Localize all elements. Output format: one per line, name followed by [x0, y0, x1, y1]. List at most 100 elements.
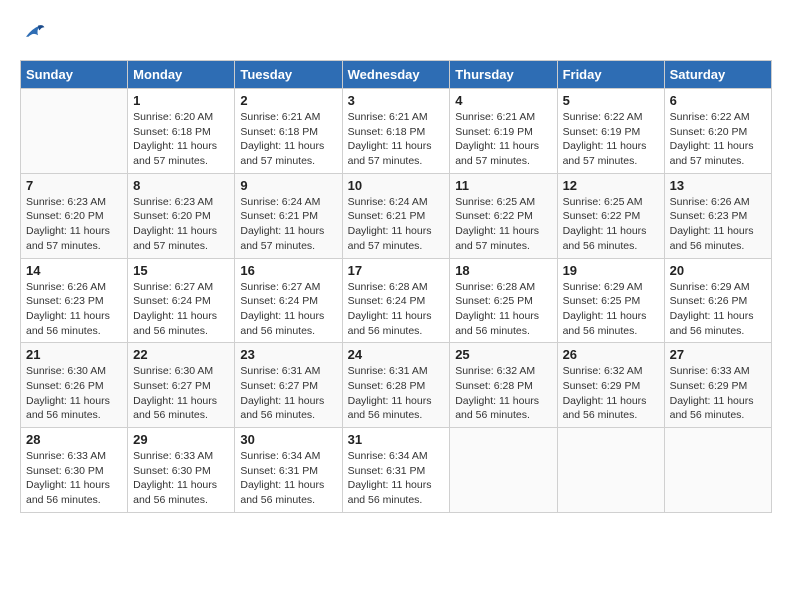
day-sunrise: Sunrise: 6:33 AM [26, 450, 106, 462]
day-number: 15 [133, 263, 229, 278]
calendar-cell: 31 Sunrise: 6:34 AM Sunset: 6:31 PM Dayl… [342, 428, 450, 513]
day-sunset: Sunset: 6:23 PM [670, 210, 748, 222]
day-daylight: Daylight: 11 hours and 56 minutes. [455, 310, 539, 337]
day-sunset: Sunset: 6:21 PM [240, 210, 318, 222]
calendar-cell: 17 Sunrise: 6:28 AM Sunset: 6:24 PM Dayl… [342, 258, 450, 343]
day-number: 28 [26, 432, 122, 447]
day-number: 16 [240, 263, 336, 278]
day-number: 5 [563, 93, 659, 108]
day-sunrise: Sunrise: 6:33 AM [670, 365, 750, 377]
calendar-week-1: 1 Sunrise: 6:20 AM Sunset: 6:18 PM Dayli… [21, 89, 772, 174]
day-sunset: Sunset: 6:31 PM [240, 465, 318, 477]
day-daylight: Daylight: 11 hours and 57 minutes. [563, 140, 647, 167]
calendar-week-3: 14 Sunrise: 6:26 AM Sunset: 6:23 PM Dayl… [21, 258, 772, 343]
day-number: 24 [348, 347, 445, 362]
calendar-cell: 21 Sunrise: 6:30 AM Sunset: 6:26 PM Dayl… [21, 343, 128, 428]
calendar-cell: 11 Sunrise: 6:25 AM Sunset: 6:22 PM Dayl… [450, 173, 557, 258]
calendar-cell: 7 Sunrise: 6:23 AM Sunset: 6:20 PM Dayli… [21, 173, 128, 258]
day-daylight: Daylight: 11 hours and 57 minutes. [455, 225, 539, 252]
day-number: 8 [133, 178, 229, 193]
day-daylight: Daylight: 11 hours and 56 minutes. [348, 479, 432, 506]
day-sunrise: Sunrise: 6:26 AM [26, 281, 106, 293]
calendar-cell: 29 Sunrise: 6:33 AM Sunset: 6:30 PM Dayl… [128, 428, 235, 513]
day-daylight: Daylight: 11 hours and 56 minutes. [563, 310, 647, 337]
day-daylight: Daylight: 11 hours and 56 minutes. [133, 395, 217, 422]
day-sunrise: Sunrise: 6:25 AM [563, 196, 643, 208]
day-sunrise: Sunrise: 6:21 AM [240, 111, 320, 123]
day-daylight: Daylight: 11 hours and 57 minutes. [348, 225, 432, 252]
day-sunset: Sunset: 6:28 PM [348, 380, 426, 392]
day-number: 12 [563, 178, 659, 193]
day-sunrise: Sunrise: 6:21 AM [455, 111, 535, 123]
day-sunset: Sunset: 6:26 PM [26, 380, 104, 392]
day-sunset: Sunset: 6:22 PM [563, 210, 641, 222]
day-sunset: Sunset: 6:24 PM [348, 295, 426, 307]
day-sunset: Sunset: 6:27 PM [240, 380, 318, 392]
calendar-cell: 12 Sunrise: 6:25 AM Sunset: 6:22 PM Dayl… [557, 173, 664, 258]
calendar-cell: 28 Sunrise: 6:33 AM Sunset: 6:30 PM Dayl… [21, 428, 128, 513]
day-sunset: Sunset: 6:26 PM [670, 295, 748, 307]
day-sunset: Sunset: 6:25 PM [563, 295, 641, 307]
day-daylight: Daylight: 11 hours and 57 minutes. [240, 140, 324, 167]
day-sunset: Sunset: 6:25 PM [455, 295, 533, 307]
day-number: 19 [563, 263, 659, 278]
day-number: 25 [455, 347, 551, 362]
day-sunrise: Sunrise: 6:33 AM [133, 450, 213, 462]
day-daylight: Daylight: 11 hours and 56 minutes. [240, 395, 324, 422]
day-sunrise: Sunrise: 6:28 AM [455, 281, 535, 293]
calendar-cell [21, 89, 128, 174]
day-sunset: Sunset: 6:19 PM [563, 126, 641, 138]
weekday-header-friday: Friday [557, 61, 664, 89]
day-daylight: Daylight: 11 hours and 56 minutes. [670, 310, 754, 337]
day-sunset: Sunset: 6:24 PM [133, 295, 211, 307]
day-number: 30 [240, 432, 336, 447]
day-sunrise: Sunrise: 6:29 AM [563, 281, 643, 293]
day-sunset: Sunset: 6:20 PM [26, 210, 104, 222]
calendar-cell: 30 Sunrise: 6:34 AM Sunset: 6:31 PM Dayl… [235, 428, 342, 513]
day-number: 4 [455, 93, 551, 108]
day-daylight: Daylight: 11 hours and 57 minutes. [133, 140, 217, 167]
calendar-cell: 24 Sunrise: 6:31 AM Sunset: 6:28 PM Dayl… [342, 343, 450, 428]
day-sunrise: Sunrise: 6:27 AM [240, 281, 320, 293]
day-daylight: Daylight: 11 hours and 57 minutes. [240, 225, 324, 252]
day-number: 14 [26, 263, 122, 278]
day-daylight: Daylight: 11 hours and 57 minutes. [133, 225, 217, 252]
day-sunrise: Sunrise: 6:28 AM [348, 281, 428, 293]
day-number: 20 [670, 263, 766, 278]
weekday-header-row: SundayMondayTuesdayWednesdayThursdayFrid… [21, 61, 772, 89]
day-daylight: Daylight: 11 hours and 56 minutes. [133, 479, 217, 506]
day-sunrise: Sunrise: 6:20 AM [133, 111, 213, 123]
weekday-header-sunday: Sunday [21, 61, 128, 89]
calendar-cell: 18 Sunrise: 6:28 AM Sunset: 6:25 PM Dayl… [450, 258, 557, 343]
day-daylight: Daylight: 11 hours and 56 minutes. [348, 310, 432, 337]
day-sunrise: Sunrise: 6:24 AM [348, 196, 428, 208]
day-daylight: Daylight: 11 hours and 56 minutes. [26, 395, 110, 422]
day-number: 21 [26, 347, 122, 362]
day-number: 9 [240, 178, 336, 193]
day-sunrise: Sunrise: 6:24 AM [240, 196, 320, 208]
day-sunset: Sunset: 6:21 PM [348, 210, 426, 222]
weekday-header-monday: Monday [128, 61, 235, 89]
day-sunset: Sunset: 6:20 PM [133, 210, 211, 222]
calendar-cell: 6 Sunrise: 6:22 AM Sunset: 6:20 PM Dayli… [664, 89, 771, 174]
calendar-cell: 9 Sunrise: 6:24 AM Sunset: 6:21 PM Dayli… [235, 173, 342, 258]
day-sunrise: Sunrise: 6:29 AM [670, 281, 750, 293]
calendar-cell: 14 Sunrise: 6:26 AM Sunset: 6:23 PM Dayl… [21, 258, 128, 343]
day-daylight: Daylight: 11 hours and 56 minutes. [240, 479, 324, 506]
calendar-cell: 25 Sunrise: 6:32 AM Sunset: 6:28 PM Dayl… [450, 343, 557, 428]
logo-bird-icon [22, 20, 46, 44]
day-sunset: Sunset: 6:31 PM [348, 465, 426, 477]
day-number: 31 [348, 432, 445, 447]
day-sunset: Sunset: 6:28 PM [455, 380, 533, 392]
day-number: 22 [133, 347, 229, 362]
day-daylight: Daylight: 11 hours and 56 minutes. [240, 310, 324, 337]
day-sunrise: Sunrise: 6:32 AM [563, 365, 643, 377]
weekday-header-thursday: Thursday [450, 61, 557, 89]
page-header [20, 20, 772, 44]
day-sunrise: Sunrise: 6:22 AM [563, 111, 643, 123]
day-sunrise: Sunrise: 6:23 AM [26, 196, 106, 208]
day-number: 11 [455, 178, 551, 193]
day-daylight: Daylight: 11 hours and 57 minutes. [670, 140, 754, 167]
day-sunrise: Sunrise: 6:27 AM [133, 281, 213, 293]
day-sunrise: Sunrise: 6:34 AM [348, 450, 428, 462]
